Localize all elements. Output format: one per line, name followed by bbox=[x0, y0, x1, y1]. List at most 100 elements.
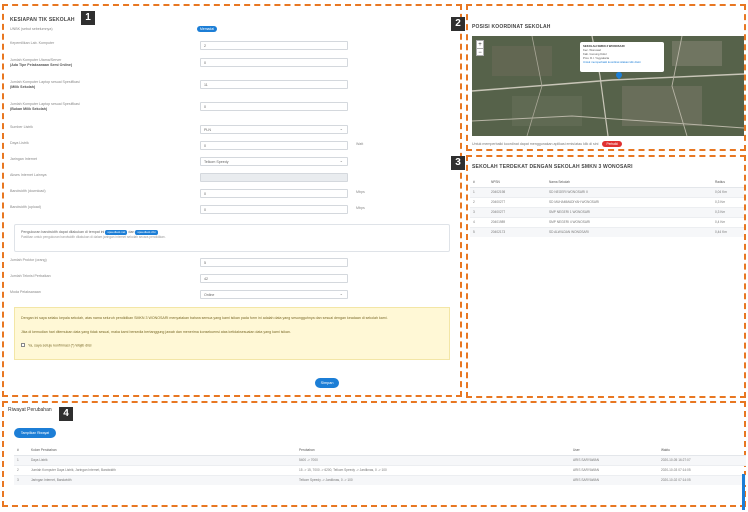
field-unit: Mbps bbox=[356, 206, 365, 210]
bandwidth-info-box: Pengukuran bandwidth dapat dilakukan di … bbox=[14, 224, 450, 252]
table-row: 1 20402198 SD NEGERI WONOSARI II 0,04 Km bbox=[470, 186, 744, 197]
select-field[interactable]: Online bbox=[200, 290, 348, 299]
col-header: # bbox=[470, 178, 488, 188]
agree-label: Ya, saya setuju konfirmasi (*) Wajib dii… bbox=[27, 343, 92, 348]
field-label: Daya Listrik bbox=[10, 141, 29, 145]
input-field[interactable]: 0 bbox=[200, 189, 348, 198]
notice-text-2: Jika di kemudian hari ditemukan data yan… bbox=[21, 330, 291, 334]
col-header: Kolom Perubahan bbox=[28, 446, 296, 456]
info-and: dan bbox=[128, 230, 135, 234]
nearby-cell: 4 bbox=[470, 216, 488, 227]
form-row: Akses Internet Lainnya bbox=[10, 173, 348, 183]
input-field[interactable]: 11 bbox=[200, 80, 348, 89]
input-field[interactable]: 0 bbox=[200, 141, 348, 150]
form-row: Kepemilikan Lab. Komputer 2 bbox=[10, 41, 348, 51]
field-label: Jumlah Komputer Utama/Server bbox=[10, 58, 62, 62]
speedtest-link-1[interactable]: speedtest.net bbox=[105, 230, 128, 235]
input-field[interactable]: 42 bbox=[200, 274, 348, 283]
field-label: Moda Pelaksanaan bbox=[10, 290, 41, 294]
input-field[interactable]: 5 bbox=[200, 258, 348, 267]
form-row: Moda Pelaksanaan Online bbox=[10, 290, 348, 300]
nearby-cell: 3 bbox=[470, 206, 488, 217]
speedtest-link-2[interactable]: speedtest.cbn bbox=[135, 230, 159, 235]
field-sublabel: (Bukan Milik Sekolah) bbox=[10, 106, 48, 111]
history-cell: ARIS SARYAWAN bbox=[570, 474, 658, 485]
table-row: 2 Jumlah Komputer Daya Listrik, Jaringan … bbox=[14, 464, 746, 475]
col-header: Waktu bbox=[658, 446, 746, 456]
form-row: Jumlah Komputer Utama/Server (Ada Tipe Pe… bbox=[10, 58, 348, 68]
history-cell: 3 bbox=[14, 474, 28, 485]
field-unit: Watt bbox=[356, 142, 364, 146]
notice-text-1: Dengan ini saya selaku kepala sekolah, a… bbox=[21, 316, 388, 320]
history-title: Riwayat Perubahan bbox=[8, 407, 52, 413]
info-text: Pengukuran bandwidth dapat dilakukan di … bbox=[21, 230, 105, 234]
map-title: POSISI KOORDINAT SEKOLAH bbox=[472, 24, 551, 30]
select-field[interactable]: PLN bbox=[200, 125, 348, 134]
history-cell: 5400 -> 7000 bbox=[296, 454, 570, 465]
field-label: Kepemilikan Lab. Komputer bbox=[10, 41, 55, 45]
history-cell: 2020-10-03 07:14:05 bbox=[658, 464, 746, 475]
field-label: Jumlah Komputer Laptop sesuai Spesifikas… bbox=[10, 80, 80, 84]
input-field[interactable]: 0 bbox=[200, 205, 348, 214]
input-field[interactable]: 2 bbox=[200, 41, 348, 50]
nearby-cell: 2 bbox=[470, 196, 488, 207]
history-cell: 15 -> 15, 7000 -> 6200, Telkom Speedy ->… bbox=[296, 464, 570, 475]
nearby-cell: 20400277 bbox=[488, 196, 546, 207]
info-note: Pastikan untuk pengukuran bandwidth dila… bbox=[21, 235, 166, 239]
badge-1: 1 bbox=[81, 11, 95, 25]
save-button[interactable]: Simpan bbox=[315, 378, 339, 388]
fix-coordinate-button[interactable]: Perbaiki bbox=[602, 141, 622, 147]
agree-checkbox[interactable] bbox=[21, 343, 25, 347]
field-unit: Mbps bbox=[356, 190, 365, 194]
form-row: Jumlah Teknisi Perbaikan 42 bbox=[10, 274, 348, 284]
map-popup: SEKOLAH SMKN 3 WONOSARI Kec. Wonosari Ka… bbox=[580, 42, 664, 72]
input-field bbox=[200, 173, 348, 182]
col-header: User bbox=[570, 446, 658, 456]
zoom-out-button[interactable]: − bbox=[477, 49, 483, 57]
declaration-notice: Dengan ini saya selaku kepala sekolah, a… bbox=[14, 307, 450, 360]
table-row: 4 20401989 SMP NEGERI 4 WONOSARI 0,4 Km bbox=[470, 216, 744, 227]
field-label: Jumlah Proktor (orang) bbox=[10, 258, 47, 262]
table-row: 1 Daya Listrik 5400 -> 7000 ARIS SARYAWAN 20… bbox=[14, 454, 746, 465]
history-cell: 2 bbox=[14, 464, 28, 475]
nearby-cell: 1 bbox=[470, 186, 488, 197]
history-cell: Daya Listrik bbox=[28, 454, 296, 465]
nearby-cell: 5 bbox=[470, 226, 488, 237]
field-sublabel: (Ada Tipe Pelaksanaan Semi Online) bbox=[10, 62, 73, 67]
form-row: Jumlah Proktor (orang) 5 bbox=[10, 258, 348, 268]
map-note-text: Untuk memperbaiki koordinat dapat menggu… bbox=[472, 142, 599, 146]
badge-2: 2 bbox=[451, 17, 465, 31]
field-sublabel: (Milik Sekolah) bbox=[10, 84, 36, 89]
history-cell: ARIS SARYAWAN bbox=[570, 464, 658, 475]
col-header: # bbox=[14, 446, 28, 456]
form-row: Sumber Listrik PLN bbox=[10, 125, 348, 135]
form-row: Daya Listrik 0 Watt bbox=[10, 141, 363, 151]
table-row: 3 20400277 SMP NEGERI 1 WONOSARI 0,3 Km bbox=[470, 206, 744, 217]
history-header-row: # Kolom Perubahan Perubahan User Waktu bbox=[14, 446, 746, 456]
nearby-header-row: # NPSN Nama Sekolah Radius bbox=[470, 178, 744, 188]
badge-3-nearby: 3 bbox=[451, 156, 465, 170]
nearby-cell: 20402173 bbox=[488, 226, 546, 237]
popup-link[interactable]: Untuk memperbaiki koordinat silakan klik… bbox=[583, 60, 661, 64]
field-label: Akses Internet Lainnya bbox=[10, 173, 47, 177]
table-row: 2 20400277 SD MUHAMMADIYAH WONOSARI 0,3 Km bbox=[470, 196, 744, 207]
table-row: 5 20402173 SD ALWILDAN WONOSARI 0,44 Km bbox=[470, 226, 744, 237]
form-title: KESIAPAN TIK SEKOLAH bbox=[10, 17, 75, 23]
nearby-cell: 20401989 bbox=[488, 216, 546, 227]
field-label: Bandwidth (download) bbox=[10, 189, 46, 193]
show-history-button[interactable]: Tampilkan Riwayat bbox=[14, 428, 56, 438]
form-row: Jumlah Komputer Laptop sesuai Spesifikas… bbox=[10, 102, 348, 112]
zoom-in-button[interactable]: + bbox=[477, 41, 483, 49]
nearby-cell: 20402198 bbox=[488, 186, 546, 197]
history-cell: 2020-10-02 07:14:05 bbox=[658, 474, 746, 485]
nearby-table: # NPSN Nama Sekolah Radius 1 20402198 SD N… bbox=[470, 178, 744, 237]
input-field[interactable]: 0 bbox=[200, 58, 348, 67]
field-label: Sumber Listrik bbox=[10, 125, 33, 129]
select-field[interactable]: Telkom Speedy bbox=[200, 157, 348, 166]
nearby-cell: 0,4 Km bbox=[712, 216, 744, 227]
map-zoom-control: + − bbox=[476, 40, 484, 56]
input-field[interactable]: 0 bbox=[200, 102, 348, 111]
scrollbar-handle[interactable] bbox=[742, 474, 745, 510]
nearby-title: SEKOLAH TERDEKAT DENGAN SEKOLAH SMKN 3 W… bbox=[472, 164, 633, 170]
school-map[interactable]: + − SEKOLAH SMKN 3 WONOSARI Kec. Wonosar… bbox=[472, 36, 744, 136]
